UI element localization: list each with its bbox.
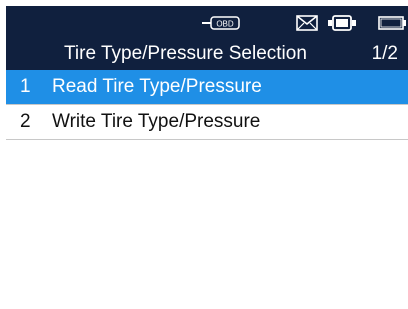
menu-item-number: 1 bbox=[20, 76, 31, 97]
menu-item-label: Read Tire Type/Pressure bbox=[52, 76, 262, 97]
menu-item-write-tire-type-pressure[interactable]: 2 Write Tire Type/Pressure bbox=[6, 105, 408, 140]
page-indicator: 1/2 bbox=[371, 43, 398, 64]
menu-item-read-tire-type-pressure[interactable]: 1 Read Tire Type/Pressure bbox=[6, 70, 408, 105]
title-bar: Tire Type/Pressure Selection 1/2 bbox=[6, 38, 408, 70]
vehicle-battery-icon bbox=[328, 15, 356, 31]
obd-label: OBD bbox=[216, 20, 234, 29]
menu-item-label: Write Tire Type/Pressure bbox=[52, 111, 261, 132]
battery-icon bbox=[378, 16, 406, 30]
obd-connector-icon: OBD bbox=[202, 16, 240, 30]
content-area bbox=[6, 140, 408, 309]
mail-icon bbox=[296, 15, 318, 31]
menu-list: 1 Read Tire Type/Pressure 2 Write Tire T… bbox=[6, 70, 408, 140]
status-bar: OBD bbox=[6, 6, 408, 38]
device-screen: OBD Tire Type/Pressure Selection 1/2 1 R… bbox=[0, 0, 408, 309]
menu-item-number: 2 bbox=[20, 111, 31, 132]
page-title: Tire Type/Pressure Selection bbox=[64, 43, 307, 64]
